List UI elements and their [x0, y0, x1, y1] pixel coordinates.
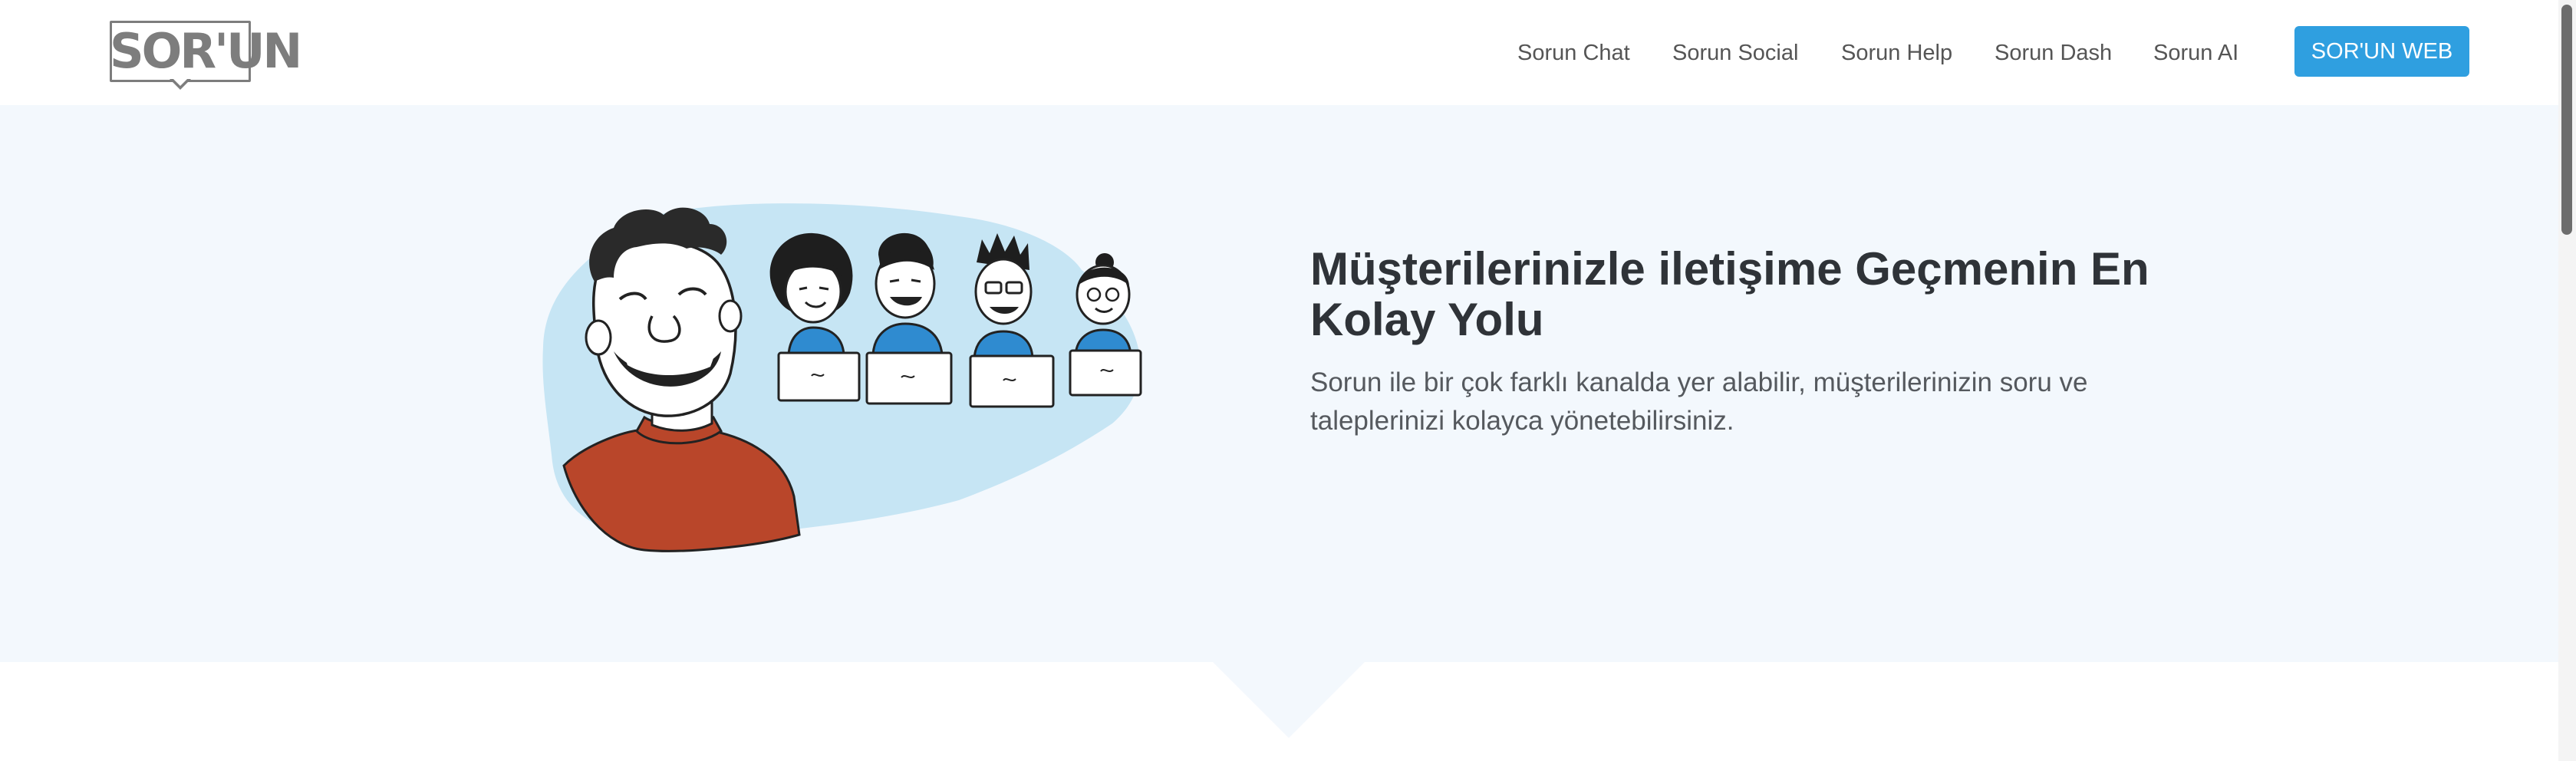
- nav-link-sorun-dash[interactable]: Sorun Dash: [1995, 34, 2112, 72]
- nav-link-sorun-help[interactable]: Sorun Help: [1841, 34, 1952, 72]
- left-ear: [585, 319, 612, 356]
- top-navigation-bar: SOR'UN Sorun Chat Sorun Social Sorun Hel…: [0, 0, 2576, 105]
- logo-text: SOR'UN: [110, 23, 302, 79]
- hero-subtitle: Sorun ile bir çok farklı kanalda yer ala…: [1310, 367, 2088, 436]
- nav-link-sorun-ai[interactable]: Sorun AI: [2153, 34, 2238, 72]
- sorun-web-button[interactable]: SOR'UN WEB: [2294, 26, 2469, 77]
- nav-link-sorun-social[interactable]: Sorun Social: [1672, 34, 1798, 72]
- scrollbar-thumb[interactable]: [2561, 5, 2572, 235]
- logo-speech-tail-inner: [173, 78, 188, 86]
- customer-support-team-illustration: [542, 203, 1142, 552]
- right-ear: [718, 299, 743, 333]
- hero-title: Müşterilerinizle iletişime Geçmenin En K…: [1310, 243, 2149, 345]
- sorun-logo[interactable]: SOR'UN: [110, 21, 302, 91]
- hero-pointer-arrow: [1212, 661, 1365, 738]
- nav-link-sorun-chat[interactable]: Sorun Chat: [1517, 34, 1630, 72]
